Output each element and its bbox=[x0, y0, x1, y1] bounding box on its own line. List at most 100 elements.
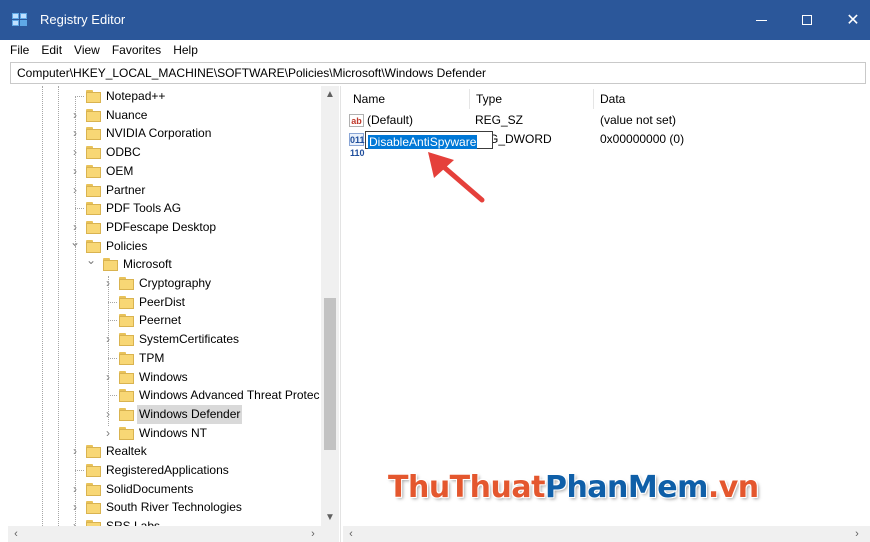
folder-icon bbox=[86, 482, 101, 496]
tree-item-label: Notepad++ bbox=[106, 89, 166, 103]
scroll-right-icon[interactable]: › bbox=[305, 526, 321, 542]
rename-value-input[interactable]: DisableAntiSpyware bbox=[365, 131, 493, 149]
chevron-down-icon[interactable]: ⌄ bbox=[86, 251, 96, 270]
tree-item[interactable]: TPM bbox=[8, 349, 320, 368]
annotation-arrow-icon bbox=[428, 152, 485, 203]
menu-help[interactable]: Help bbox=[167, 40, 204, 61]
string-value-icon: ab bbox=[349, 114, 364, 127]
scroll-right-icon[interactable]: › bbox=[849, 526, 865, 542]
tree-item[interactable]: › OEM bbox=[8, 162, 320, 181]
dword-value-icon: 011 110 bbox=[349, 133, 365, 158]
menu-view[interactable]: View bbox=[68, 40, 106, 61]
tree-item-label: PDF Tools AG bbox=[106, 201, 182, 216]
tree-vertical-scrollbar[interactable]: ▲ ▼ bbox=[321, 86, 339, 526]
tree-item[interactable]: Windows Advanced Threat Protec bbox=[8, 386, 320, 405]
folder-icon bbox=[119, 426, 134, 440]
tree-item[interactable]: › Windows Defender bbox=[8, 404, 320, 424]
minimize-button[interactable] bbox=[738, 0, 784, 40]
tree-item[interactable]: › Cryptography bbox=[8, 274, 320, 293]
tree-scroll-thumb[interactable] bbox=[324, 298, 336, 450]
column-header-data[interactable]: Data bbox=[600, 89, 625, 109]
column-separator[interactable] bbox=[593, 89, 594, 109]
tree-item[interactable]: › South River Technologies bbox=[8, 498, 320, 517]
tree-item[interactable]: › Windows bbox=[8, 368, 320, 387]
tree-item[interactable]: RegisteredApplications bbox=[8, 461, 320, 480]
tree-guide-line bbox=[58, 86, 59, 526]
value-row-disableantispyware[interactable]: 011 110 G_DWORD 0x00000000 (0) DisableAnt… bbox=[343, 130, 870, 158]
tree-item[interactable]: › NVIDIA Corporation bbox=[8, 124, 320, 143]
scroll-up-icon[interactable]: ▲ bbox=[321, 86, 339, 103]
value-name: (Default) bbox=[367, 113, 414, 127]
tree-item[interactable]: › PDFescape Desktop bbox=[8, 218, 320, 237]
tree-item[interactable]: › SolidDocuments bbox=[8, 480, 320, 499]
tree-item[interactable]: ⌄ Microsoft bbox=[8, 253, 320, 274]
column-separator[interactable] bbox=[469, 89, 470, 109]
value-row-default[interactable]: ab (Default) REG_SZ (value not set) bbox=[343, 111, 870, 130]
tree-item[interactable]: › Partner bbox=[8, 181, 320, 200]
close-icon: ✕ bbox=[846, 12, 860, 29]
menu-favorites[interactable]: Favorites bbox=[106, 40, 167, 61]
tree-guide-line bbox=[42, 86, 43, 526]
tree-connector bbox=[108, 395, 117, 397]
maximize-button[interactable] bbox=[784, 0, 830, 40]
value-data: (value not set) bbox=[600, 113, 677, 127]
folder-icon bbox=[86, 202, 101, 216]
tree-item-label: Policies bbox=[106, 238, 148, 253]
tree-item-label: PDFescape Desktop bbox=[106, 219, 217, 234]
tree-item-label: Peernet bbox=[139, 313, 182, 328]
tree-connector bbox=[75, 208, 84, 210]
tree-item[interactable]: Peernet bbox=[8, 311, 320, 330]
tree-connector bbox=[75, 470, 84, 471]
values-horizontal-scrollbar[interactable]: ‹ › bbox=[343, 526, 870, 542]
tree-item-label: Microsoft bbox=[123, 257, 172, 272]
scroll-left-icon[interactable]: ‹ bbox=[8, 526, 24, 542]
folder-icon bbox=[119, 370, 134, 384]
watermark-part-2: PhanMem bbox=[544, 470, 708, 505]
tree-item[interactable]: › SystemCertificates bbox=[8, 330, 320, 349]
tree-item[interactable]: › Windows NT bbox=[8, 424, 320, 443]
menu-edit[interactable]: Edit bbox=[35, 40, 68, 61]
folder-icon bbox=[119, 333, 134, 347]
folder-icon bbox=[86, 90, 101, 103]
folder-icon bbox=[86, 108, 101, 122]
tree-item[interactable]: › ODBC bbox=[8, 143, 320, 162]
tree-item-label: ODBC bbox=[106, 145, 141, 160]
folder-icon bbox=[86, 445, 101, 459]
tree-item-label: Windows Defender bbox=[137, 404, 243, 424]
chevron-right-icon[interactable]: › bbox=[103, 424, 113, 443]
tree-item[interactable]: PDF Tools AG bbox=[8, 199, 320, 218]
key-tree-pane[interactable]: Notepad++ › Nuance › NVIDIA Corporation › ODBC… bbox=[8, 86, 341, 542]
address-bar[interactable]: Computer\HKEY_LOCAL_MACHINE\SOFTWARE\Pol… bbox=[10, 62, 866, 84]
tree-item-label: Realtek bbox=[106, 444, 147, 459]
menu-file[interactable]: File bbox=[4, 40, 35, 61]
tree-item-label: Partner bbox=[106, 182, 146, 197]
tree-item[interactable]: Notepad++ bbox=[8, 87, 320, 106]
tree-item-label: South River Technologies bbox=[106, 500, 242, 515]
rename-selected-text[interactable]: DisableAntiSpyware bbox=[368, 135, 478, 149]
scroll-left-icon[interactable]: ‹ bbox=[343, 526, 359, 542]
folder-icon bbox=[86, 183, 101, 197]
close-button[interactable]: ✕ bbox=[830, 0, 870, 40]
folder-icon bbox=[86, 146, 101, 160]
tree-item[interactable]: PeerDist bbox=[8, 293, 320, 312]
registry-editor-icon bbox=[12, 13, 28, 28]
tree-item[interactable]: › Realtek bbox=[8, 442, 320, 461]
tree-item-label: Windows NT bbox=[139, 425, 208, 440]
column-header-name[interactable]: Name bbox=[353, 89, 385, 109]
tree-item[interactable]: › Nuance bbox=[8, 106, 320, 125]
column-header-type[interactable]: Type bbox=[476, 89, 502, 109]
scroll-down-icon[interactable]: ▼ bbox=[321, 509, 339, 526]
window-title: Registry Editor bbox=[40, 12, 126, 27]
tree-item-label: SolidDocuments bbox=[106, 481, 194, 496]
tree-connector bbox=[108, 357, 117, 359]
folder-icon bbox=[119, 295, 134, 309]
tree-horizontal-scrollbar[interactable]: ‹ › bbox=[8, 526, 339, 542]
tree-item-label: SystemCertificates bbox=[139, 332, 240, 347]
folder-icon bbox=[119, 314, 134, 328]
tree-item-label: OEM bbox=[106, 163, 134, 178]
tree-item[interactable]: ⌄ Policies bbox=[8, 235, 320, 256]
folder-icon bbox=[119, 351, 134, 365]
tree-guide-line bbox=[75, 96, 76, 246]
watermark-part-1: ThuThuat bbox=[388, 470, 545, 505]
tree-item-label: Nuance bbox=[106, 107, 148, 122]
